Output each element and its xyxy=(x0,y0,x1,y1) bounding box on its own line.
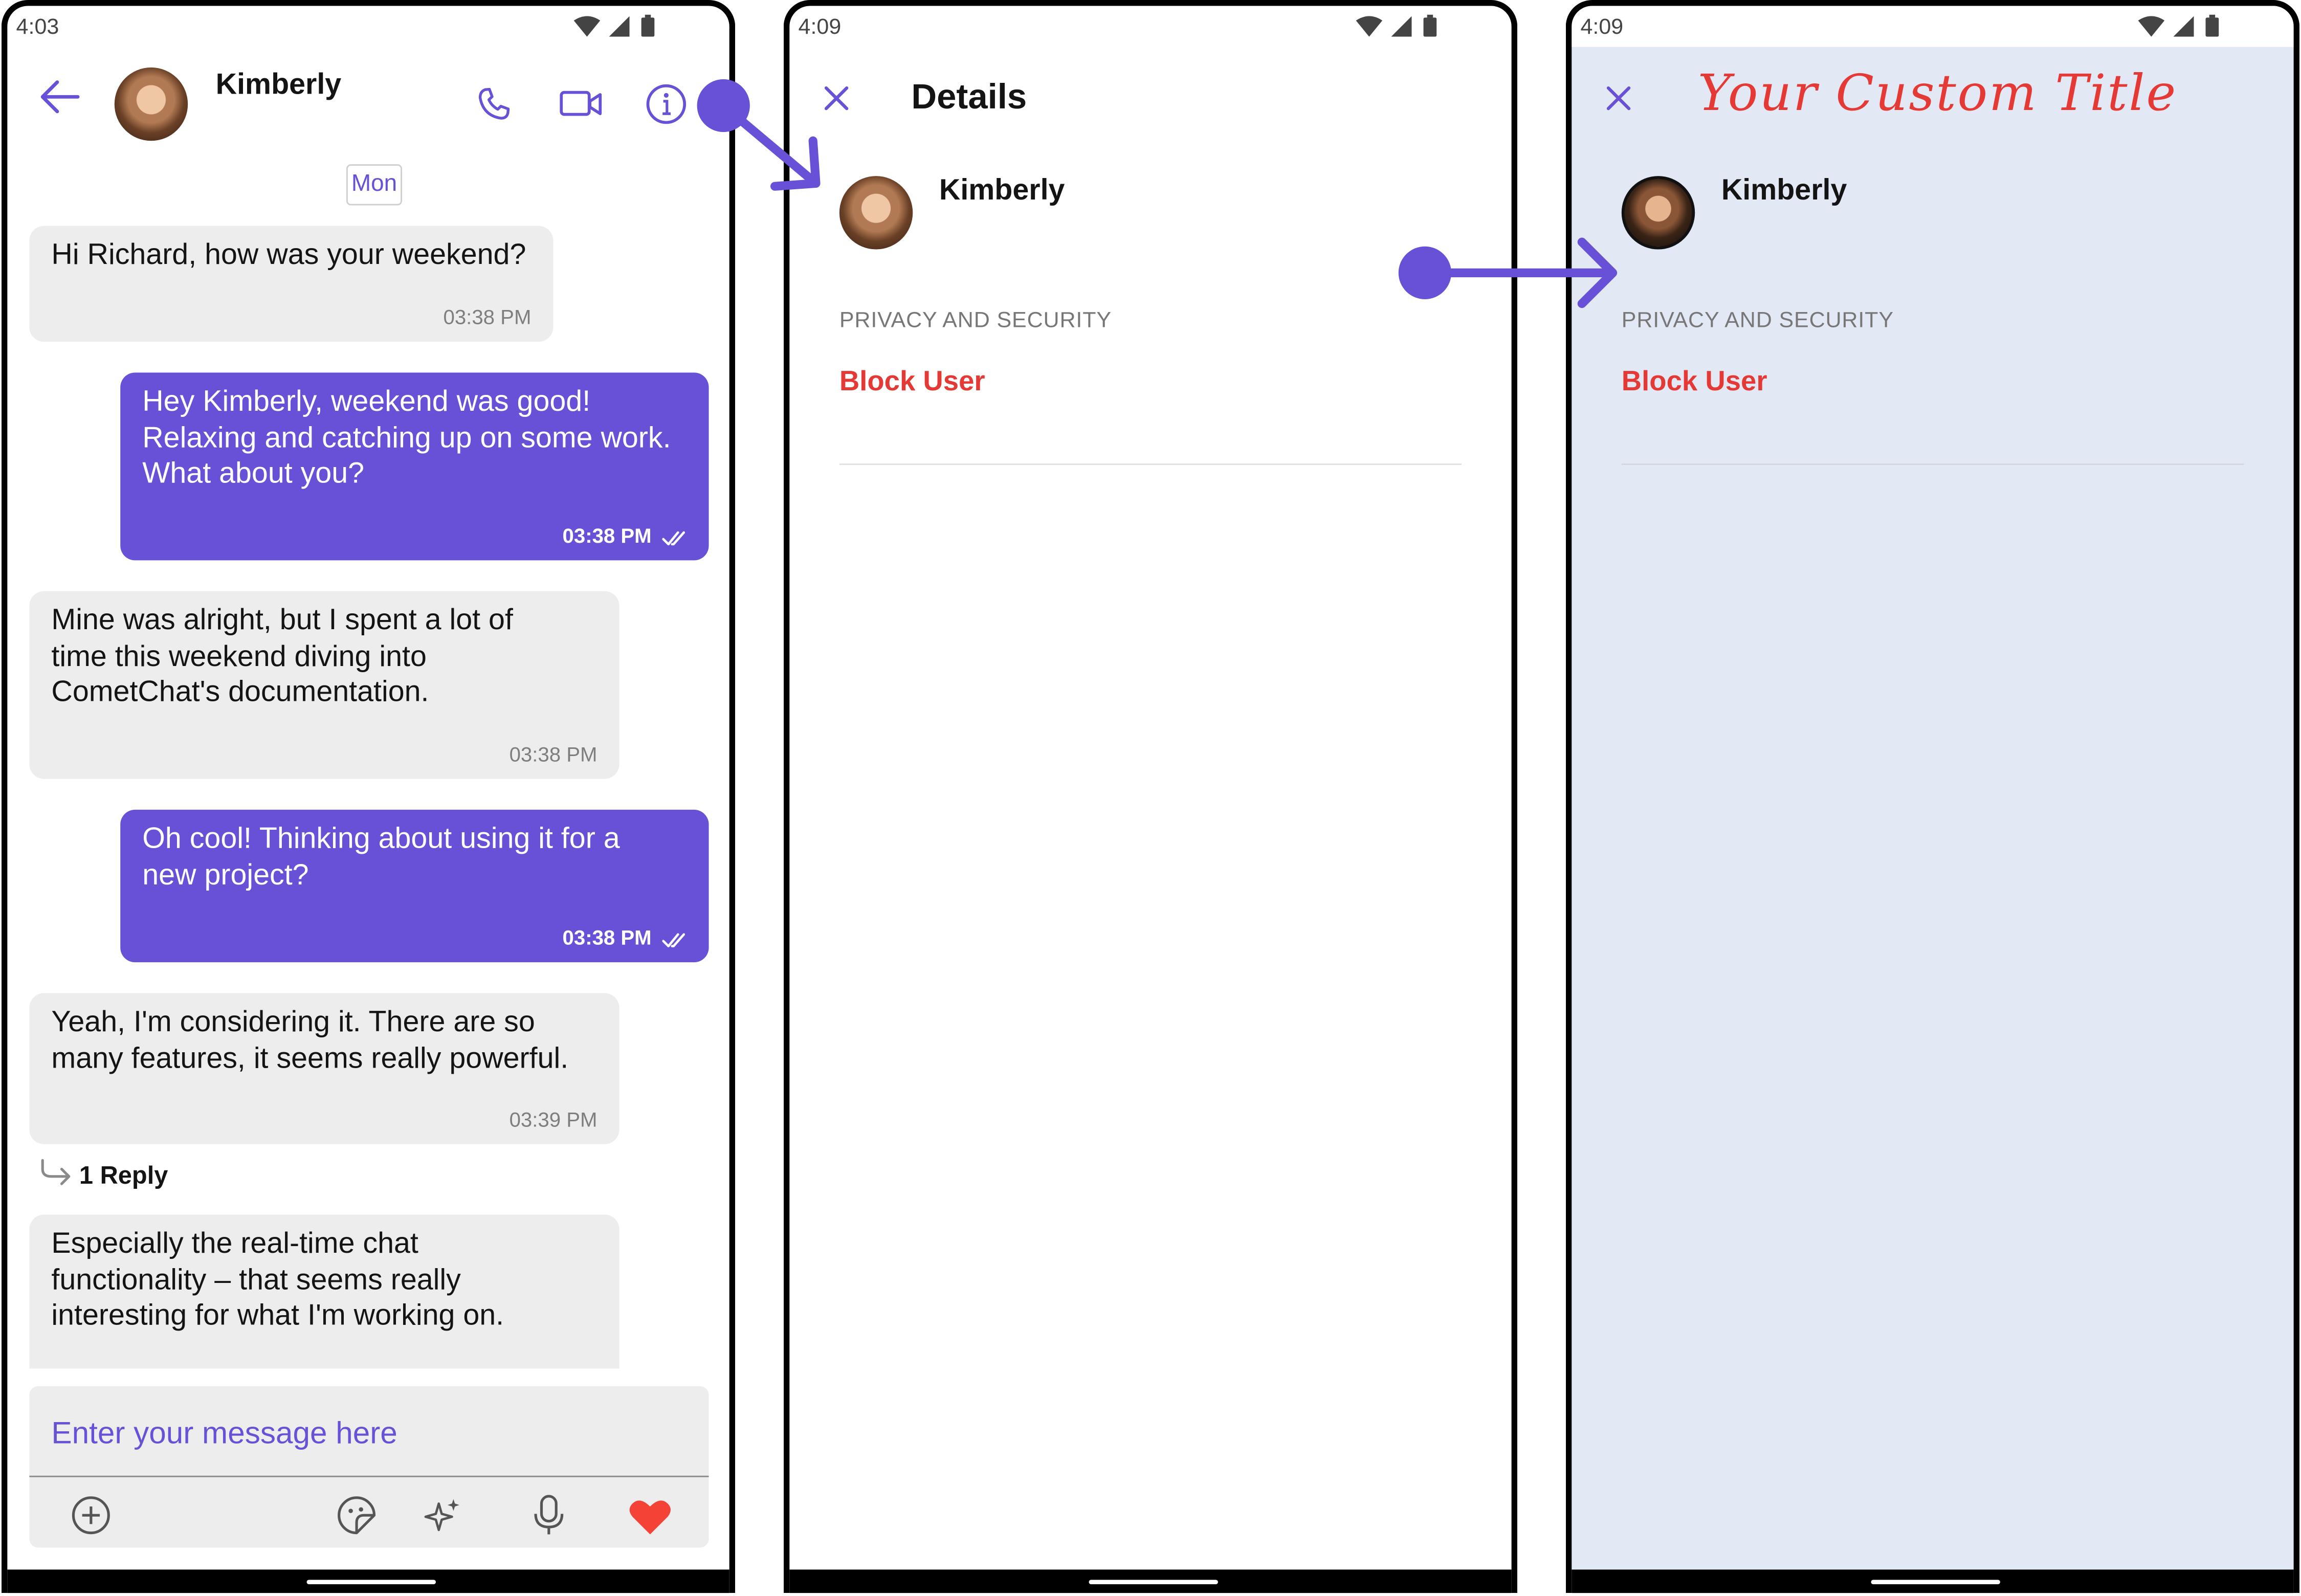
add-attachment-icon[interactable] xyxy=(71,1495,112,1536)
home-indicator[interactable] xyxy=(1089,1580,1218,1585)
battery-icon xyxy=(1423,14,1437,37)
user-name: Kimberly xyxy=(939,174,1065,207)
date-separator: Mon xyxy=(346,164,402,206)
phone-icon[interactable] xyxy=(474,83,515,124)
phone-details-screen: 4:09 Details Kimberly PRIVACY AND SECURI… xyxy=(783,0,1518,1593)
wifi-icon xyxy=(1356,16,1383,37)
message-time: 03:39 PM xyxy=(509,1107,598,1131)
composer-divider xyxy=(29,1475,709,1477)
home-indicator[interactable] xyxy=(1871,1580,2000,1585)
divider xyxy=(1621,463,2244,465)
message-time: 03:38 PM xyxy=(509,742,598,766)
section-header: PRIVACY AND SECURITY xyxy=(839,308,1112,333)
reply-count: 1 Reply xyxy=(79,1162,168,1190)
message-time: 03:38 PM xyxy=(443,305,532,329)
message-bubble-incoming[interactable]: Mine was alright, but I spent a lot of t… xyxy=(29,591,620,779)
status-bar: 4:09 xyxy=(789,6,1511,47)
close-icon[interactable] xyxy=(1604,83,1633,113)
status-time: 4:03 xyxy=(16,14,59,40)
heart-icon[interactable] xyxy=(628,1498,672,1536)
message-bubble-outgoing[interactable]: Hey Kimberly, weekend was good! Relaxing… xyxy=(120,372,709,561)
cell-signal-icon xyxy=(2173,16,2194,37)
contact-name[interactable]: Kimberly xyxy=(216,69,342,103)
message-bubble-incoming[interactable]: Hi Richard, how was your weekend? 03:38 … xyxy=(29,226,554,342)
message-text: Hi Richard, how was your weekend? xyxy=(51,239,526,272)
home-indicator[interactable] xyxy=(306,1580,436,1585)
page-title: Details xyxy=(911,77,1027,118)
phone-chat-screen: 4:03 Kimberly Mon Hi Richard, how was yo… xyxy=(1,0,736,1593)
ai-sparkle-icon[interactable] xyxy=(424,1496,462,1535)
avatar[interactable] xyxy=(114,67,188,141)
video-icon[interactable] xyxy=(559,88,603,120)
block-user-button[interactable]: Block User xyxy=(839,367,985,399)
read-receipt-icon xyxy=(662,531,685,546)
message-bubble-incoming[interactable]: Yeah, I'm considering it. There are so m… xyxy=(29,993,620,1144)
wifi-icon xyxy=(573,16,601,37)
status-bar: 4:09 xyxy=(1572,6,2294,47)
status-bar: 4:03 xyxy=(7,6,729,47)
cell-signal-icon xyxy=(1391,16,1412,37)
message-text: Yeah, I'm considering it. There are so m… xyxy=(51,1006,569,1075)
status-time: 4:09 xyxy=(798,14,842,40)
message-text: Oh cool! Thinking about using it for a n… xyxy=(142,823,620,892)
block-user-button[interactable]: Block User xyxy=(1622,367,1767,399)
wifi-icon xyxy=(2138,16,2165,37)
close-icon[interactable] xyxy=(822,83,851,113)
navigation-bar xyxy=(789,1569,1512,1593)
section-header: PRIVACY AND SECURITY xyxy=(1621,308,1894,333)
back-arrow-icon[interactable] xyxy=(39,79,80,115)
battery-icon xyxy=(2205,14,2219,37)
custom-page-title: Your Custom Title xyxy=(1697,64,2178,123)
navigation-bar xyxy=(1572,1569,2294,1593)
microphone-icon[interactable] xyxy=(531,1493,566,1537)
user-name: Kimberly xyxy=(1721,174,1847,207)
message-bubble-outgoing[interactable]: Oh cool! Thinking about using it for a n… xyxy=(120,809,709,963)
message-text: Mine was alright, but I spent a lot of t… xyxy=(51,604,513,709)
status-time: 4:09 xyxy=(1580,14,1624,40)
divider xyxy=(839,463,1462,465)
message-composer: Enter your message here xyxy=(29,1386,709,1548)
read-receipt-icon xyxy=(662,933,685,947)
info-icon[interactable] xyxy=(644,82,688,126)
sticker-icon[interactable] xyxy=(336,1495,377,1536)
battery-icon xyxy=(641,14,655,37)
avatar xyxy=(1621,176,1695,250)
message-input[interactable]: Enter your message here xyxy=(51,1417,397,1452)
message-text: Especially the real-time chat functional… xyxy=(51,1228,504,1332)
navigation-bar xyxy=(7,1569,729,1593)
phone-custom-details-screen: 4:09 Your Custom Title Kimberly PRIVACY … xyxy=(1565,0,2300,1593)
reply-arrow-icon xyxy=(41,1159,71,1185)
avatar xyxy=(839,176,913,250)
message-bubble-incoming[interactable]: Especially the real-time chat functional… xyxy=(29,1214,620,1369)
message-text: Hey Kimberly, weekend was good! Relaxing… xyxy=(142,386,671,490)
comparison-stage: 4:03 Kimberly Mon Hi Richard, how was yo… xyxy=(0,0,2301,1596)
cell-signal-icon xyxy=(609,16,630,37)
